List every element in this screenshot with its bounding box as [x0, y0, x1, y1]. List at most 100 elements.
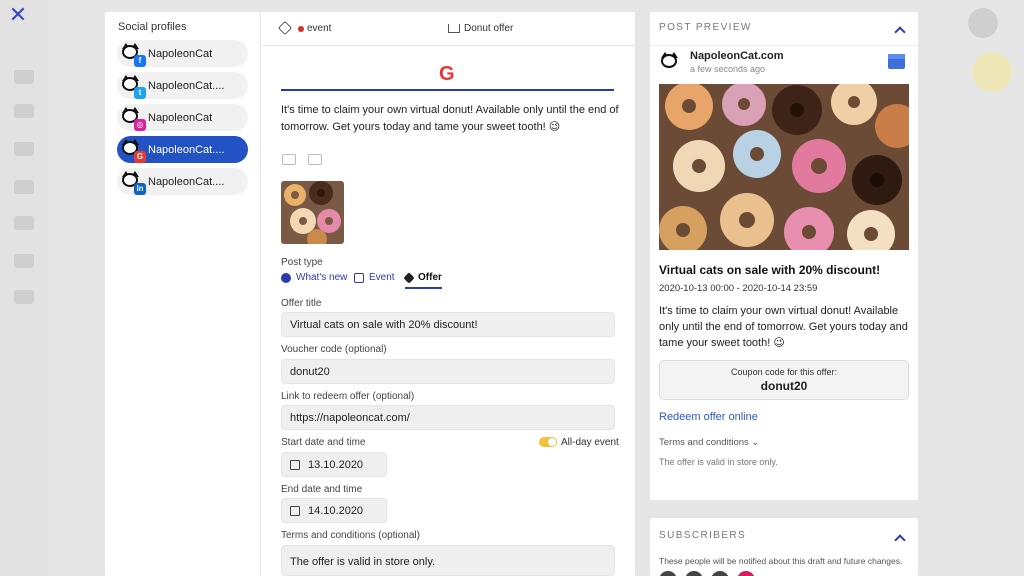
nav-icon	[14, 142, 34, 156]
post-type-whats-new[interactable]: What's new	[281, 272, 347, 287]
tab-donut-offer[interactable]: Donut offer	[464, 23, 513, 34]
avatar[interactable]	[685, 571, 703, 576]
end-date-input[interactable]: 14.10.2020	[281, 498, 387, 523]
profile-label: NapoleonCat....	[148, 79, 225, 92]
preview-account-name: NapoleonCat.com	[690, 50, 784, 62]
event-dot-icon	[298, 26, 304, 32]
post-editor-modal: Social profiles f NapoleonCat t NapoleonCat…	[105, 12, 635, 576]
tab-event[interactable]: event	[307, 23, 331, 34]
divider	[650, 45, 918, 46]
calendar-icon	[354, 272, 364, 283]
profile-instagram[interactable]: ◎ NapoleonCat	[117, 104, 248, 131]
redeem-link-input[interactable]: https://napoleoncat.com/	[281, 405, 615, 430]
google-logo-icon: G	[439, 63, 455, 85]
voucher-code-label: Voucher code (optional)	[281, 344, 387, 355]
nav-icon	[14, 104, 34, 118]
post-preview-panel: POST PREVIEW NapoleonCat.com a few secon…	[650, 12, 918, 500]
coupon-code: donut20	[760, 379, 808, 393]
preview-timestamp: a few seconds ago	[690, 64, 766, 74]
all-day-toggle[interactable]	[539, 437, 557, 447]
avatar	[660, 52, 682, 74]
nav-icon	[14, 180, 34, 194]
voucher-code-input[interactable]: donut20	[281, 359, 615, 384]
attached-image-thumbnail[interactable]	[281, 181, 344, 244]
network-divider	[281, 89, 614, 91]
post-type-whats-new-label: What's new	[296, 272, 348, 283]
avatar: t	[121, 74, 146, 99]
end-date-label: End date and time	[281, 484, 363, 495]
media-icons	[282, 154, 322, 165]
crop-icon[interactable]	[282, 154, 296, 165]
chevron-up-icon[interactable]	[894, 26, 906, 38]
post-text[interactable]: It's time to claim your own virtual donu…	[281, 102, 621, 135]
avatar[interactable]	[659, 571, 677, 576]
calendar-icon	[290, 460, 300, 470]
terms-input[interactable]: The offer is valid in store only.	[281, 545, 615, 576]
info-icon	[281, 272, 291, 283]
nav-icon	[14, 290, 34, 304]
facebook-icon: f	[134, 54, 146, 67]
subscribers-panel: SUBSCRIBERS These people will be notifie…	[650, 518, 918, 576]
calendar-icon	[290, 506, 300, 516]
avatar[interactable]	[737, 571, 755, 576]
redeem-link-label: Link to redeem offer (optional)	[281, 391, 415, 402]
terms-toggle[interactable]: Terms and conditions ⌄	[659, 437, 759, 448]
avatar: ◎	[121, 106, 146, 131]
avatar: G	[121, 138, 146, 163]
preview-terms-text: The offer is valid in store only.	[659, 457, 778, 467]
coupon-box: Coupon code for this offer: donut20	[659, 360, 909, 400]
offer-title-label: Offer title	[281, 298, 322, 309]
nav-icon	[14, 70, 34, 84]
coupon-label: Coupon code for this offer:	[731, 367, 837, 377]
background-sidebar	[0, 0, 48, 576]
avatar[interactable]	[711, 571, 729, 576]
background-avatar	[968, 8, 998, 38]
subscriber-avatars	[659, 571, 755, 576]
close-icon[interactable]: ✕	[8, 5, 28, 27]
terms-label: Terms and conditions (optional)	[281, 530, 420, 541]
video-icon[interactable]	[308, 154, 322, 165]
editor-panel: event Donut offer G It's time to claim y…	[262, 12, 635, 576]
google-icon: G	[134, 150, 146, 163]
subscribers-description: These people will be notified about this…	[659, 556, 903, 566]
post-type-offer[interactable]: Offer	[403, 271, 442, 289]
avatar: in	[121, 170, 146, 195]
preview-post-text: It's time to claim your own virtual donu…	[659, 305, 908, 349]
profile-facebook[interactable]: f NapoleonCat	[117, 40, 248, 67]
nav-icon	[14, 254, 34, 268]
instagram-icon: ◎	[134, 118, 146, 131]
profile-linkedin[interactable]: in NapoleonCat....	[117, 168, 248, 195]
subscribers-title: SUBSCRIBERS	[659, 530, 747, 541]
background-add-button	[972, 52, 1012, 92]
editor-tabs: event Donut offer	[262, 12, 635, 46]
all-day-label: All-day event	[561, 437, 619, 448]
linkedin-icon: in	[134, 182, 146, 195]
tag-icon	[277, 20, 293, 36]
chevron-up-icon[interactable]	[894, 534, 906, 546]
nav-icon	[14, 216, 34, 230]
avatar: f	[121, 42, 146, 67]
offer-icon	[448, 24, 460, 33]
preview-image	[659, 84, 909, 250]
redeem-offer-link[interactable]: Redeem offer online	[659, 411, 758, 423]
profile-label: NapoleonCat....	[148, 143, 225, 156]
post-type-label: Post type	[281, 257, 323, 268]
offer-title-input[interactable]: Virtual cats on sale with 20% discount!	[281, 312, 615, 337]
preview-offer-dates: 2020-10-13 00:00 - 2020-10-14 23:59	[659, 283, 818, 294]
twitter-icon: t	[134, 86, 146, 99]
post-type-event[interactable]: Event	[354, 272, 395, 287]
google-my-business-icon	[888, 54, 905, 69]
profile-label: NapoleonCat....	[148, 175, 225, 188]
post-type-offer-label: Offer	[418, 272, 442, 283]
social-profiles-title: Social profiles	[118, 21, 187, 33]
start-date-input[interactable]: 13.10.2020	[281, 452, 387, 477]
post-type-event-label: Event	[369, 272, 395, 283]
post-preview-title: POST PREVIEW	[659, 22, 752, 33]
preview-offer-title: Virtual cats on sale with 20% discount!	[659, 263, 881, 277]
tag-icon	[403, 271, 415, 284]
end-date-value: 14.10.2020	[308, 505, 364, 517]
profile-twitter[interactable]: t NapoleonCat....	[117, 72, 248, 99]
start-date-value: 13.10.2020	[308, 459, 364, 471]
social-profiles-panel: Social profiles f NapoleonCat t NapoleonCat…	[105, 12, 261, 576]
profile-google[interactable]: G NapoleonCat....	[117, 136, 248, 163]
